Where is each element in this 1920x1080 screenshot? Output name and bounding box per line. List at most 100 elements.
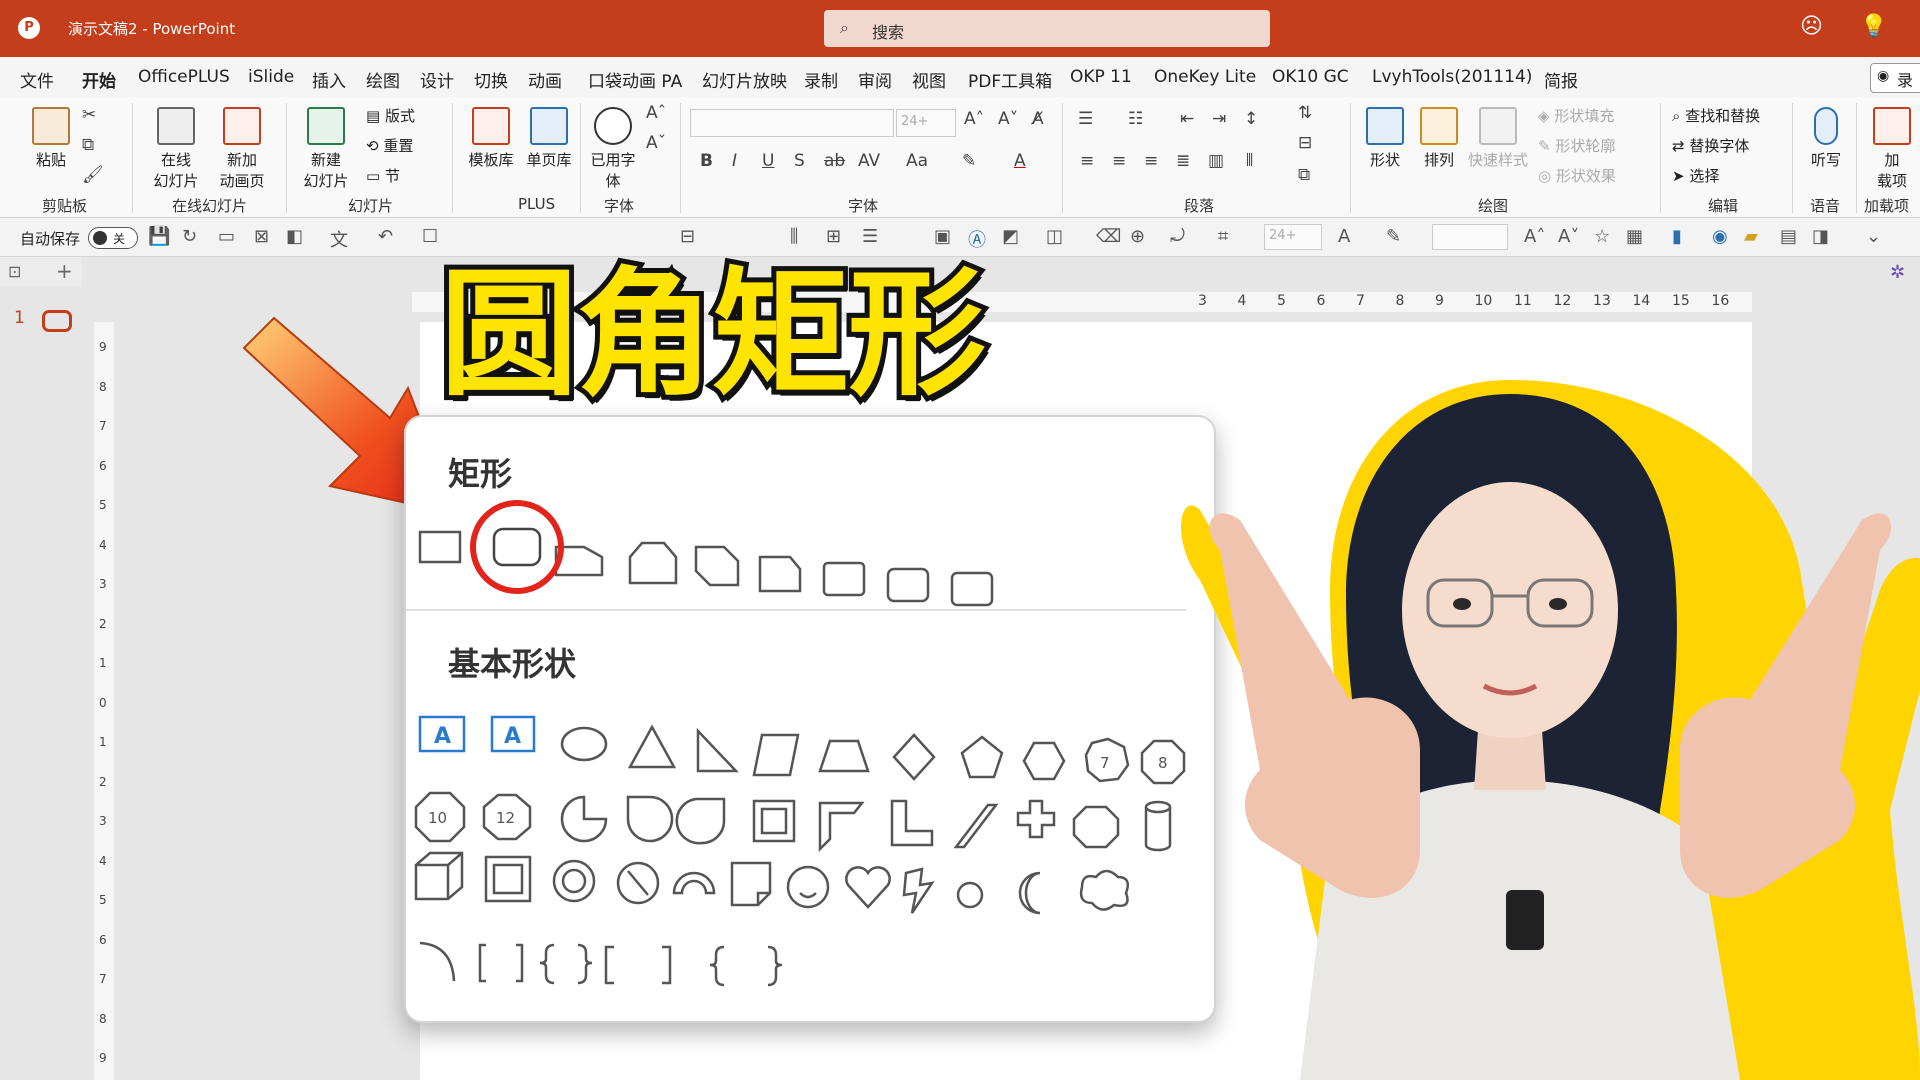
snip-round-rectangle-shape[interactable]: [758, 555, 802, 593]
clear-format-icon[interactable]: A̸: [1032, 109, 1044, 129]
redo-circle-icon[interactable]: ↻: [182, 226, 197, 247]
tab-review[interactable]: 审阅: [858, 67, 892, 92]
align-right-icon[interactable]: ≡: [1144, 151, 1158, 171]
right-bracket-shape[interactable]: [662, 945, 672, 985]
font-color-icon[interactable]: A: [1014, 151, 1026, 171]
folded-corner-shape[interactable]: [730, 861, 772, 907]
round-single-corner-rectangle-shape[interactable]: [822, 561, 866, 597]
rounded-rectangle-shape[interactable]: [492, 527, 542, 567]
checkbox-icon[interactable]: ☐: [422, 226, 438, 247]
oval-shape[interactable]: [560, 726, 608, 762]
select-button[interactable]: ➤ 选择: [1672, 165, 1719, 186]
partial-circle-shape[interactable]: [560, 795, 608, 843]
tab-insert[interactable]: 插入: [312, 67, 346, 92]
tab-officeplus[interactable]: OfficePLUS: [138, 67, 230, 87]
tab-draw[interactable]: 绘图: [366, 67, 400, 92]
tab-briefing[interactable]: 简报: [1544, 67, 1578, 92]
shape-fill-button[interactable]: ◈ 形状填充: [1538, 105, 1614, 126]
designer-icon[interactable]: ✲: [1890, 262, 1905, 283]
shrink-font-qat-icon[interactable]: A˅: [1558, 226, 1579, 247]
right-triangle-shape[interactable]: [696, 727, 739, 773]
replace-font-button[interactable]: ⇄ 替换字体: [1672, 135, 1749, 156]
highlight-icon[interactable]: ✎: [962, 151, 976, 171]
justify-icon[interactable]: ≣: [1176, 151, 1190, 171]
smiley-face-shape[interactable]: [786, 865, 830, 909]
shape-outline-qat-icon[interactable]: ◫: [1046, 226, 1063, 247]
moon-shape[interactable]: [1018, 871, 1041, 915]
double-bracket-shape[interactable]: [478, 943, 524, 983]
text-direction-icon[interactable]: ⇅: [1298, 103, 1312, 123]
cut-icon[interactable]: ✂: [82, 105, 96, 125]
sun-shape[interactable]: [956, 881, 984, 909]
tab-okp[interactable]: OKP 11: [1070, 67, 1132, 87]
underline-icon[interactable]: U: [762, 151, 774, 171]
diagonal-stripe-shape[interactable]: [953, 803, 999, 849]
numbering-icon[interactable]: ☷: [1128, 109, 1143, 129]
change-case-icon[interactable]: Aa: [906, 151, 928, 171]
teardrop-shape[interactable]: [675, 797, 726, 845]
paste-button[interactable]: 粘贴: [30, 107, 72, 170]
grow-font-icon[interactable]: A˄: [964, 109, 984, 129]
tab-onekey-lite[interactable]: OneKey Lite: [1154, 67, 1256, 87]
italic-icon[interactable]: I: [732, 151, 737, 171]
text-icon[interactable]: 文: [330, 226, 348, 252]
parallelogram-shape[interactable]: [752, 733, 800, 777]
tab-view[interactable]: 视图: [912, 67, 946, 92]
add-slide-icon[interactable]: +: [56, 259, 73, 283]
color-icon[interactable]: ◧: [286, 226, 303, 247]
outline-view-icon[interactable]: ⊡: [8, 262, 21, 281]
right-brace-shape[interactable]: [767, 945, 783, 987]
lightbulb-icon[interactable]: 💡: [1860, 14, 1887, 39]
decrease-indent-icon[interactable]: ⇤: [1180, 109, 1194, 129]
font-name-select[interactable]: [690, 109, 894, 137]
qat-font-select[interactable]: [1432, 224, 1508, 250]
rotate-icon[interactable]: ⤾: [1170, 226, 1185, 247]
font-decrease-icon[interactable]: Aˇ: [646, 133, 666, 153]
new-animation-page-button[interactable]: 新加 动画页: [212, 107, 272, 191]
record-button[interactable]: ◉ 录: [1870, 63, 1920, 93]
frame-shape[interactable]: [752, 799, 796, 843]
half-frame-shape[interactable]: [818, 801, 865, 853]
smartart-icon[interactable]: ⧉: [1298, 165, 1310, 185]
shadow-icon[interactable]: S: [794, 151, 805, 171]
tab-file[interactable]: 文件: [20, 67, 54, 92]
align-left-icon[interactable]: ≡: [1080, 151, 1094, 171]
bevel-shape[interactable]: [484, 855, 532, 903]
tab-animations[interactable]: 动画: [528, 67, 562, 92]
customize-qat-icon[interactable]: ⌄: [1866, 226, 1881, 247]
hexagon-shape[interactable]: [1022, 741, 1066, 781]
pentagon-shape[interactable]: [960, 735, 1004, 779]
plaque-shape[interactable]: [1072, 805, 1120, 849]
chart-icon[interactable]: ▮: [1672, 226, 1682, 247]
character-spacing-icon[interactable]: AV: [858, 151, 880, 171]
reset-button[interactable]: ⟲ 重置: [366, 135, 413, 156]
shrink-font-icon[interactable]: A˅: [998, 109, 1018, 129]
new-slide-button[interactable]: 新建 幻灯片: [296, 107, 356, 191]
align-text-icon[interactable]: ⊟: [1298, 133, 1312, 153]
used-fonts-button[interactable]: 已用字 体: [588, 107, 638, 191]
increase-indent-icon[interactable]: ⇥: [1212, 109, 1226, 129]
distributed-icon[interactable]: ▥: [1208, 151, 1224, 171]
double-brace-shape[interactable]: [539, 943, 593, 985]
tab-pdf-toolbox[interactable]: PDF工具箱: [968, 67, 1052, 92]
tab-transitions[interactable]: 切换: [474, 67, 508, 92]
copy-icon[interactable]: ⧉: [82, 135, 94, 155]
eraser-icon[interactable]: ⌫: [1096, 226, 1121, 247]
star-icon[interactable]: ☆: [1594, 226, 1610, 247]
tab-lvyhtools[interactable]: LvyhTools(201114): [1372, 67, 1532, 87]
addins-button[interactable]: 加 载项: [1870, 107, 1914, 191]
rectangle-shape[interactable]: [418, 530, 462, 564]
lightning-bolt-shape[interactable]: [902, 867, 935, 914]
snip-same-side-rectangle-shape[interactable]: [628, 541, 678, 585]
tab-design[interactable]: 设计: [420, 67, 454, 92]
bullets-icon[interactable]: ☰: [1078, 109, 1093, 129]
block-arc-shape[interactable]: [672, 871, 716, 895]
section-button[interactable]: ▭ 节: [366, 165, 400, 186]
tab-home[interactable]: 开始: [82, 67, 116, 101]
undo-icon[interactable]: ↶: [378, 226, 393, 247]
single-page-library-button[interactable]: 单页库: [520, 107, 578, 170]
save-icon[interactable]: 💾: [148, 226, 170, 247]
shape-fill-qat-icon[interactable]: ◩: [1002, 226, 1019, 247]
format-painter-icon[interactable]: 🖌: [82, 165, 104, 185]
tab-islide[interactable]: iSlide: [248, 67, 294, 87]
